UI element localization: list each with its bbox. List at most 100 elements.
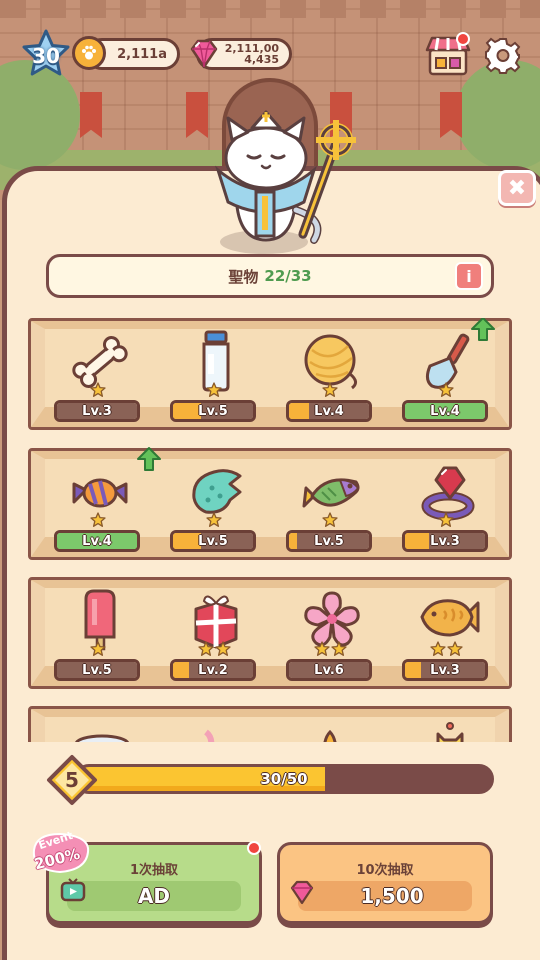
relic-slot-shovel[interactable]: Lv.4 [398,318,496,430]
relic-stars [50,512,146,528]
relic-level-bar: Lv.5 [170,400,256,422]
shop-notification-dot [456,32,470,46]
relic-stars [50,382,146,398]
relic-stars [282,641,378,657]
coin-amount: 2,111a [117,46,167,62]
relic-level: Lv.4 [430,403,460,419]
relic-slot-yarn-ball[interactable]: Lv.4 [282,318,378,430]
event-bonus-tag: Event 200% [30,829,94,878]
relic-stars [282,382,378,398]
relic-stars [166,641,262,657]
shop-button[interactable] [424,32,472,78]
relic-level: Lv.3 [82,403,112,419]
relics-count: 22/33 [264,267,312,285]
star-icon [429,641,446,656]
star-icon [446,641,463,656]
relic-level: Lv.4 [314,403,344,419]
upgrade-arrow-icon [136,446,162,472]
relic-level-bar: Lv.3 [54,400,140,422]
settings-button[interactable] [484,36,522,74]
relic-level: Lv.3 [430,533,460,549]
relic-slot-taiyaki[interactable]: Lv.3 [398,577,494,689]
relic-level-bar: Lv.4 [286,400,372,422]
relics-title-bar: 聖物 22/33 [46,254,494,298]
relic-stars [398,512,494,528]
summon-level: 5 [65,768,79,792]
gem-icon [186,36,222,72]
star-icon [438,382,454,397]
robot-cat-icon [436,722,464,742]
draw-ten-price: 1,500 [360,884,424,908]
close-button[interactable]: ✖ [498,170,536,206]
star-icon [90,382,106,397]
relic-level: Lv.5 [198,533,228,549]
info-button[interactable]: i [455,262,483,290]
relic-level-bar: Lv.2 [170,659,256,681]
draw-ten-caption: 10次抽取 [356,863,414,878]
relic-level-bar: Lv.4 [402,400,488,422]
relic-slot-robot-cat[interactable] [398,706,494,742]
gear-icon [485,37,521,74]
relic-level-bar: Lv.5 [170,530,256,552]
relic-slot-fish[interactable]: Lv.5 [282,448,378,560]
star-icon [438,512,454,527]
tv-ad-icon [60,878,86,902]
relic-level: Lv.3 [430,662,460,678]
relic-slot-candy[interactable]: Lv.4 [50,447,161,560]
player-level-badge[interactable]: 30 [20,28,72,80]
relic-stars [398,382,494,398]
priest-cat-character [196,110,366,260]
relic-slot-popsicle[interactable]: Lv.5 [50,577,146,689]
relic-level: Lv.6 [314,662,344,678]
gem-amount-line2: 4,435 [244,53,279,66]
star-icon [90,512,106,527]
relic-slot-feather[interactable] [166,706,262,742]
star-icon [197,641,214,656]
relic-level-bar: Lv.3 [402,530,488,552]
feather-icon [204,729,215,742]
top-hud: 30 2,111a 2,111,00 4,435 [0,28,540,84]
relic-level-bar: Lv.5 [54,659,140,681]
paw-coin-icon [72,36,106,70]
star-icon [322,512,338,527]
relic-level: Lv.5 [198,403,228,419]
star-icon [313,641,330,656]
relic-slot-sakura-flower[interactable]: Lv.6 [282,577,378,689]
draw-one-notification-dot [247,841,261,855]
relic-slot-jar[interactable] [50,706,146,742]
star-icon [214,641,231,656]
relic-level: Lv.5 [82,662,112,678]
summon-progress-text: 30/50 [260,770,308,788]
relic-level: Lv.2 [198,662,228,678]
star-icon [90,641,106,656]
relic-level-bar: Lv.4 [54,530,140,552]
relic-level-bar: Lv.5 [286,530,372,552]
relic-level: Lv.4 [82,533,112,549]
draw-one-label: AD [137,884,171,908]
relics-title: 聖物 [228,267,259,286]
relic-level-bar: Lv.6 [286,659,372,681]
info-icon: i [466,266,472,286]
relic-slot-ruby-ring[interactable]: Lv.3 [398,448,494,560]
relic-stars [282,512,378,528]
relics-shelf-grid: Lv.3 Lv.5 Lv.4 Lv.4 Lv.4 Lv.5 Lv.5 Lv.3 … [28,318,512,742]
relic-slot-bone[interactable]: Lv.3 [50,318,146,430]
star-icon [206,512,222,527]
summon-level-badge: 5 [46,754,98,806]
relic-level-bar: Lv.3 [402,659,488,681]
player-level: 30 [32,43,60,68]
relic-slot-flame[interactable] [282,706,378,742]
upgrade-arrow-icon [470,318,496,342]
relic-slot-seashell[interactable]: Lv.5 [166,448,262,560]
star-icon [322,382,338,397]
relic-stars [166,512,262,528]
star-icon [330,641,347,656]
star-icon [206,382,222,397]
close-icon: ✖ [507,175,527,201]
flame-icon [323,729,337,742]
gem-price-icon [288,878,316,906]
relic-slot-milk-bottle[interactable]: Lv.5 [166,318,262,430]
relic-stars [398,641,494,657]
relic-stars [166,382,262,398]
relic-slot-gift-box[interactable]: Lv.2 [166,577,262,689]
